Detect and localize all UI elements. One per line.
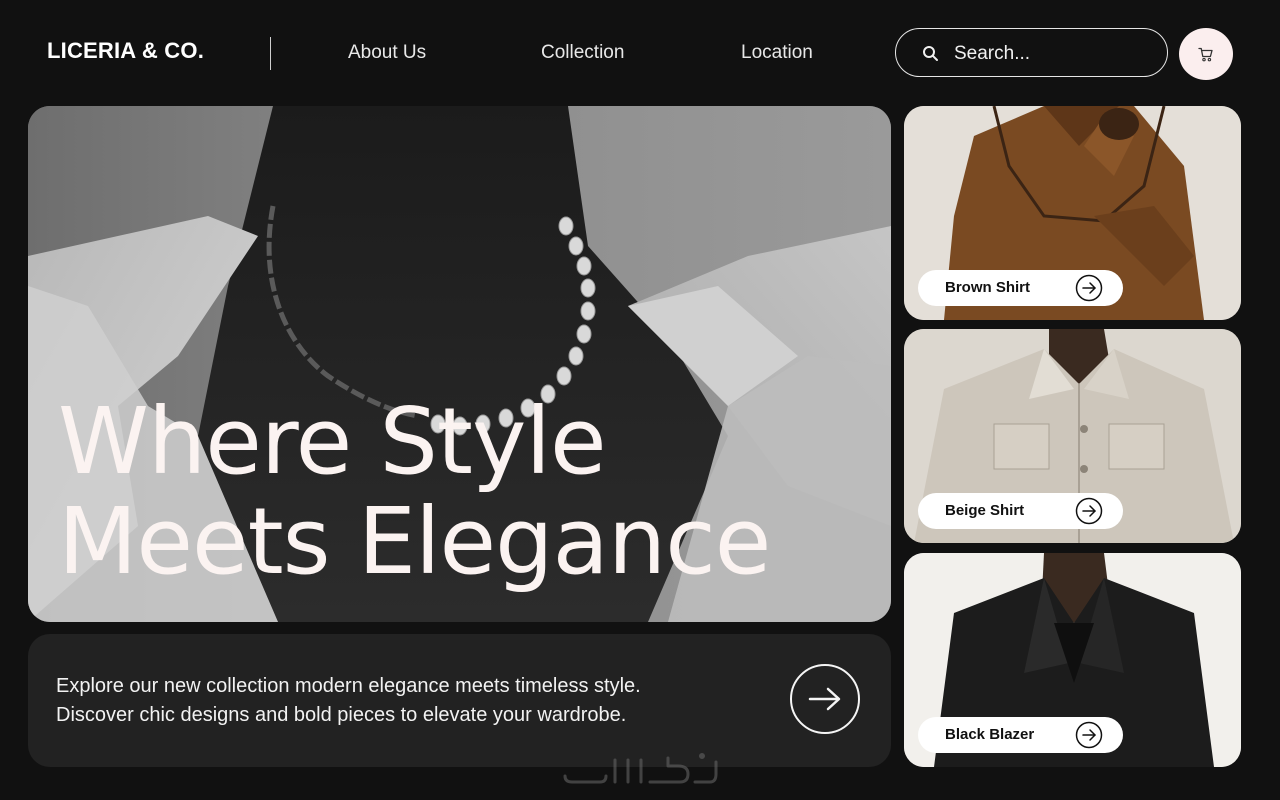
intro-line-1: Explore our new collection modern elegan… <box>56 675 641 697</box>
hero-title-line-1: Where Style <box>58 388 607 495</box>
hero-title: Where Style Meets Elegance <box>58 388 771 595</box>
search-icon[interactable] <box>922 45 939 62</box>
product-card-brown-shirt[interactable]: Brown Shirt <box>904 106 1241 320</box>
intro-line-2: Discover chic designs and bold pieces to… <box>56 704 627 726</box>
nav-collection[interactable]: Collection <box>541 42 624 64</box>
arrow-right-icon[interactable] <box>1075 721 1103 749</box>
explore-arrow-button[interactable] <box>790 664 860 734</box>
search-box[interactable] <box>895 28 1168 77</box>
arrow-right-icon[interactable] <box>1075 497 1103 525</box>
product-card-beige-shirt[interactable]: Beige Shirt <box>904 329 1241 543</box>
product-pill-brown-shirt[interactable]: Brown Shirt <box>918 270 1123 306</box>
cart-button[interactable] <box>1179 28 1233 80</box>
brand-logo[interactable]: LICERIA & CO. <box>47 38 204 64</box>
product-name: Beige Shirt <box>945 502 1025 519</box>
header-divider <box>270 37 271 70</box>
arrow-right-icon[interactable] <box>1075 274 1103 302</box>
product-name: Black Blazer <box>945 726 1035 743</box>
hero-title-line-2: Meets Elegance <box>58 488 771 595</box>
cart-icon <box>1198 47 1213 61</box>
page: LICERIA & CO. About Us Collection Locati… <box>0 0 1280 800</box>
product-pill-beige-shirt[interactable]: Beige Shirt <box>918 493 1123 529</box>
arrow-right-icon <box>808 687 841 711</box>
nav-about-us[interactable]: About Us <box>348 42 426 64</box>
product-card-black-blazer[interactable]: Black Blazer <box>904 553 1241 767</box>
nav-location[interactable]: Location <box>741 42 813 64</box>
watermark-logo <box>563 753 718 784</box>
hero-banner: Where Style Meets Elegance <box>28 106 891 622</box>
intro-text: Explore our new collection modern elegan… <box>56 672 641 730</box>
product-name: Brown Shirt <box>945 279 1030 296</box>
search-input[interactable] <box>952 39 1156 69</box>
product-pill-black-blazer[interactable]: Black Blazer <box>918 717 1123 753</box>
intro-card: Explore our new collection modern elegan… <box>28 634 891 767</box>
